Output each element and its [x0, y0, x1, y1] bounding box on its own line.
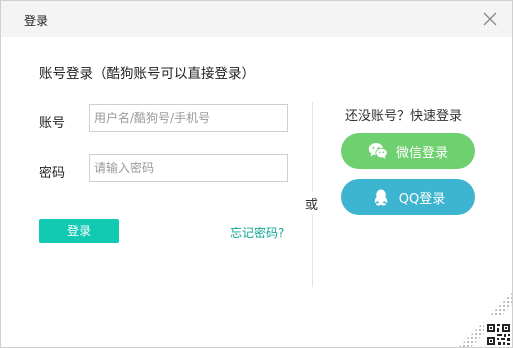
login-button[interactable]: 登录: [39, 219, 119, 243]
or-separator: 或: [305, 192, 319, 215]
qq-login-button[interactable]: QQ登录: [341, 179, 475, 215]
quick-login-heading: 还没账号？快速登录: [345, 109, 463, 124]
password-label: 密码: [39, 166, 66, 181]
forgot-password-link[interactable]: 忘记密码?: [230, 224, 284, 241]
title-bar: 登录: [1, 1, 512, 37]
dialog-title: 登录: [24, 14, 49, 28]
account-input[interactable]: [89, 104, 288, 132]
login-heading: 账号登录（酷狗账号可以直接登录）: [39, 66, 255, 82]
close-icon[interactable]: [482, 11, 498, 27]
wechat-icon: [368, 143, 388, 159]
qq-login-label: QQ登录: [398, 191, 446, 207]
qq-icon: [374, 189, 388, 206]
wechat-login-label: 微信登录: [395, 145, 448, 161]
wechat-login-button[interactable]: 微信登录: [341, 133, 475, 169]
account-label: 账号: [39, 116, 66, 131]
password-input[interactable]: [89, 154, 288, 182]
login-dialog: 登录 账号登录（酷狗账号可以直接登录） 账号 密码 登录 忘记密码? 或 还没账…: [0, 0, 513, 348]
qr-code-icon[interactable]: [459, 293, 512, 347]
